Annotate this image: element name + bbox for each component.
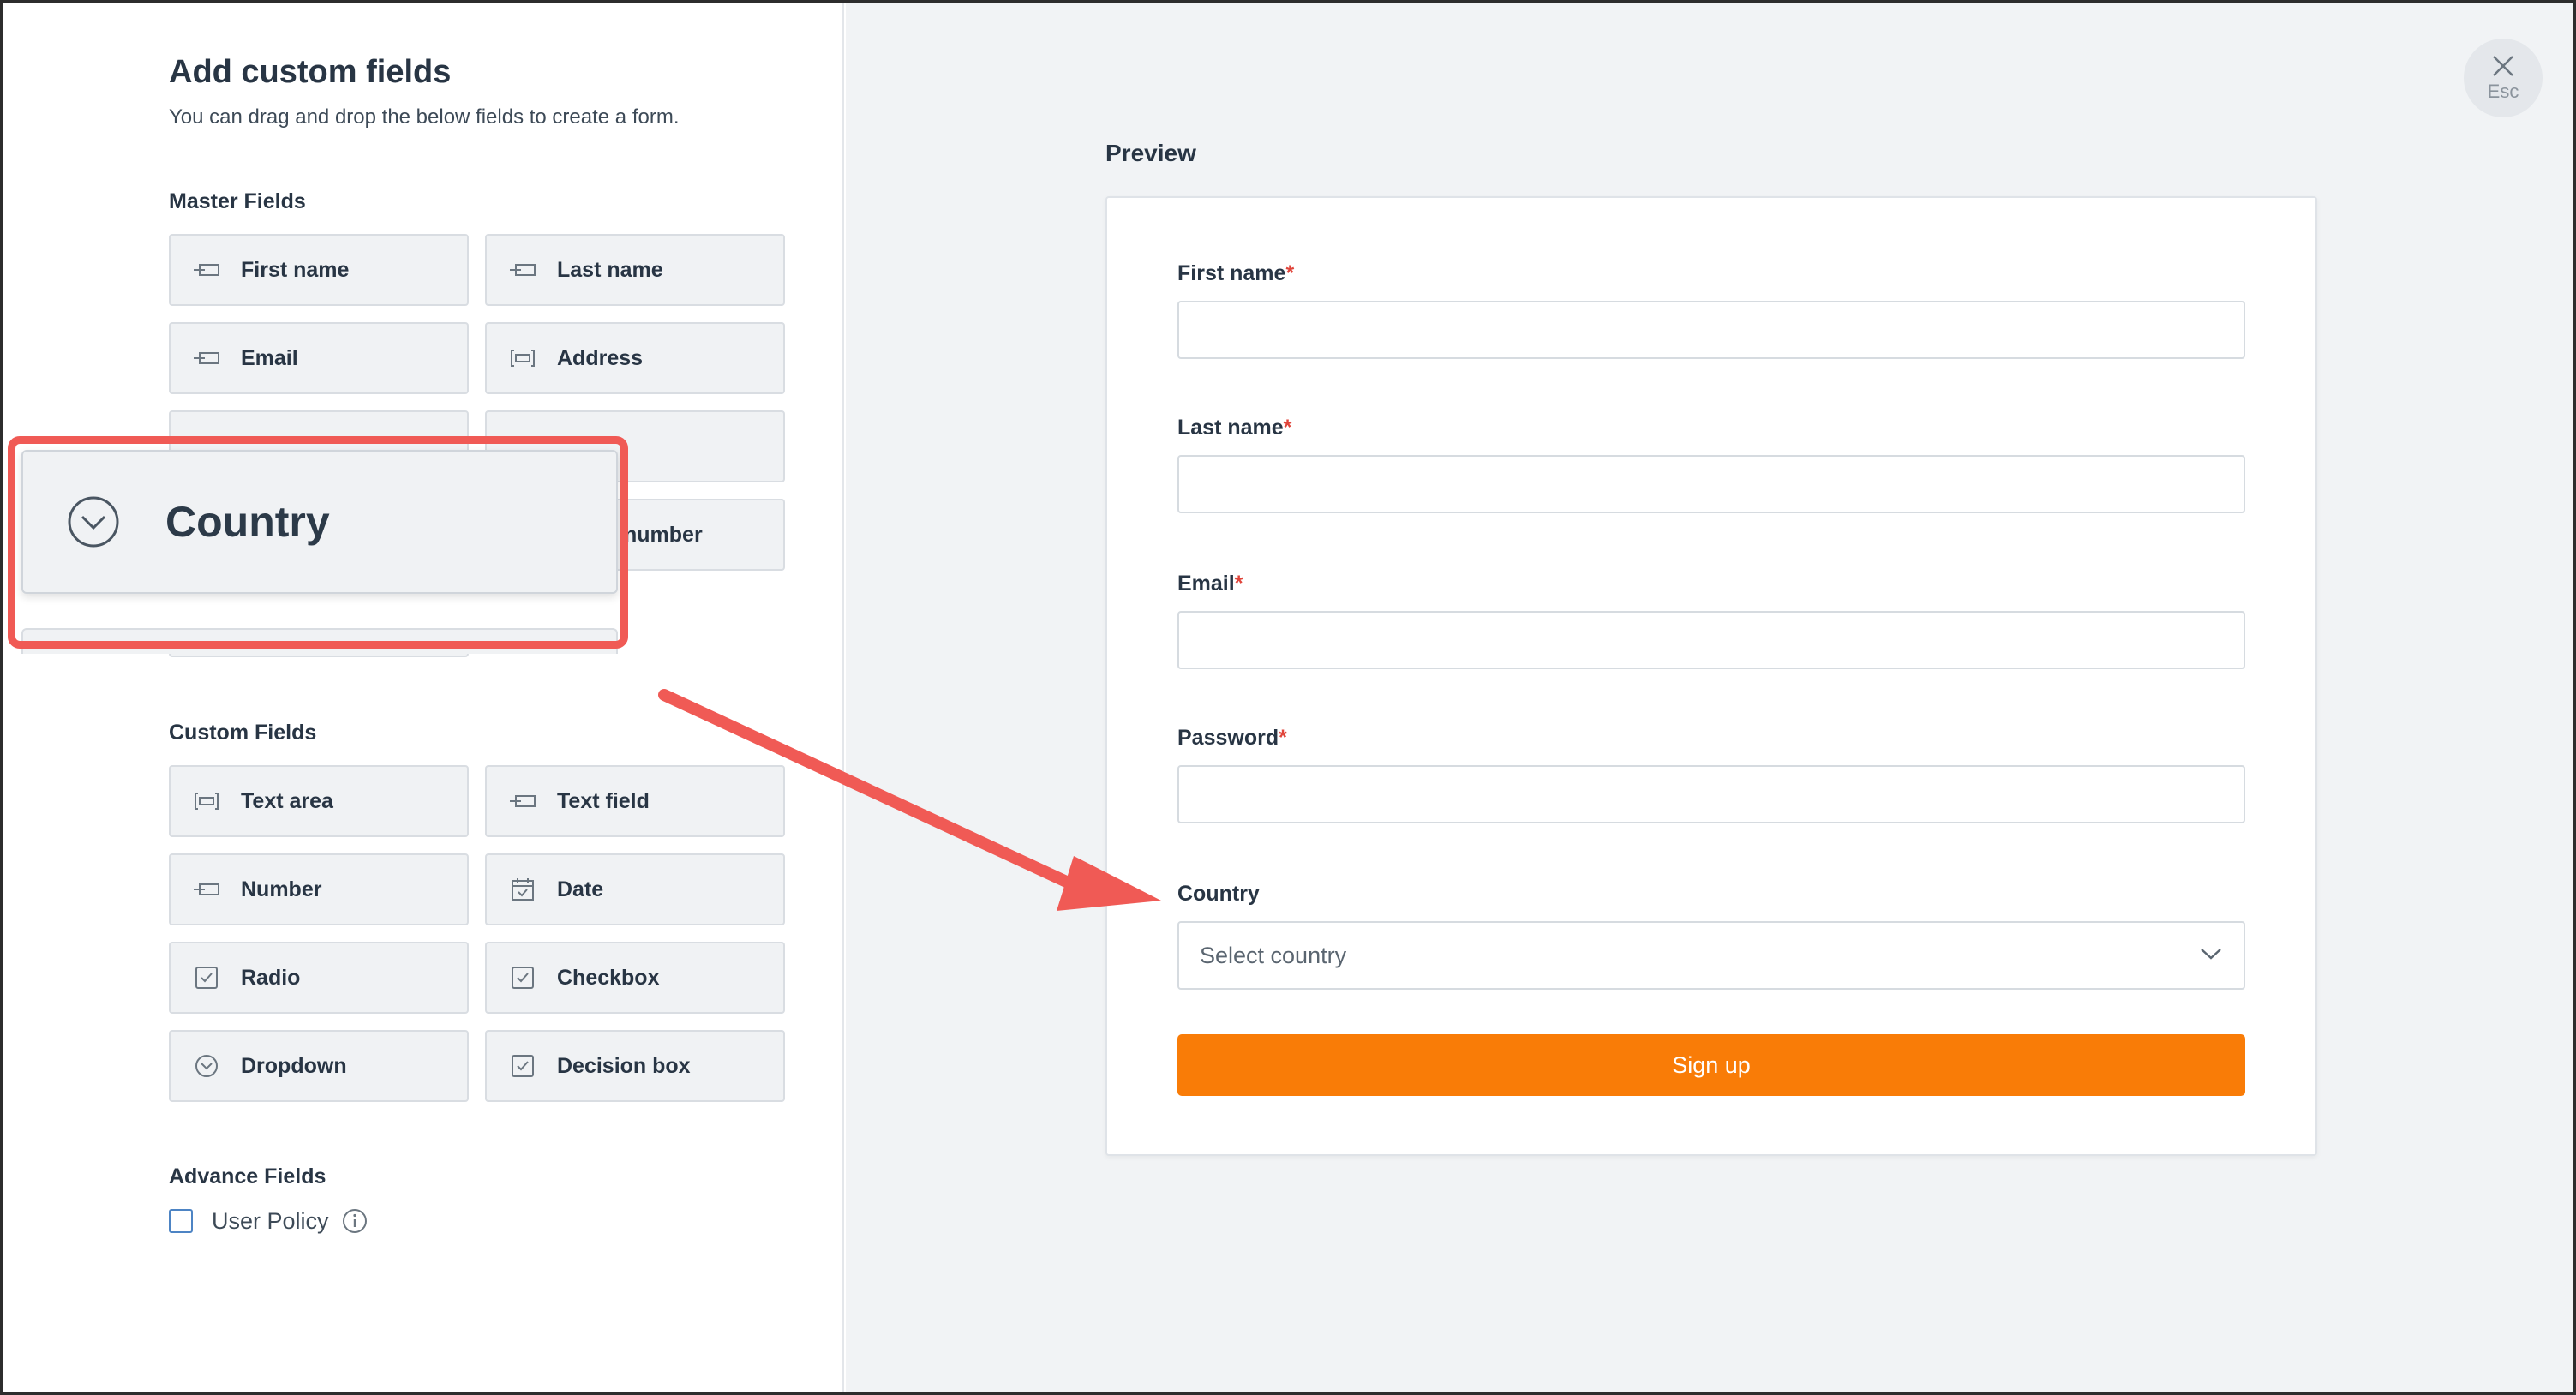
page-title: Add custom fields	[169, 54, 452, 90]
last-name-label: Last name*	[1177, 416, 1292, 440]
dropdown-icon	[193, 1052, 220, 1080]
field-tile-checkbox[interactable]: Checkbox	[485, 942, 785, 1014]
checkbox-icon	[509, 964, 536, 991]
advance-fields-heading: Advance Fields	[169, 1164, 326, 1188]
field-tile-label: Radio	[241, 965, 301, 990]
checkbox-icon	[193, 964, 220, 991]
email-input[interactable]	[1177, 611, 2245, 669]
custom-fields-heading: Custom Fields	[169, 721, 317, 745]
page-subtitle: You can drag and drop the below fields t…	[169, 105, 680, 129]
field-tile-label: Number	[241, 877, 322, 901]
text-field-icon	[193, 256, 220, 284]
field-tile-label: Address	[557, 345, 644, 370]
field-tile-dropdown[interactable]: Dropdown	[169, 1030, 469, 1102]
user-policy-checkbox[interactable]	[169, 1209, 193, 1233]
field-tile-label: Checkbox	[557, 965, 660, 990]
text-field-icon	[193, 876, 220, 903]
field-tile-last-name[interactable]: Last name	[485, 234, 785, 306]
field-tile-address[interactable]: Address	[485, 322, 785, 394]
text-area-icon	[193, 787, 220, 815]
field-tile-label: Text field	[557, 788, 650, 813]
field-tile-label: number	[624, 522, 703, 547]
password-input[interactable]	[1177, 765, 2245, 823]
last-name-input[interactable]	[1177, 455, 2245, 513]
text-field-icon	[509, 256, 536, 284]
field-library-panel: Add custom fields You can drag and drop …	[3, 3, 844, 1392]
country-select[interactable]: Select country	[1177, 921, 2245, 990]
chevron-down-icon	[2199, 946, 2223, 966]
field-tile-text-area[interactable]: Text area	[169, 765, 469, 837]
user-policy-row: User Policy	[169, 1207, 368, 1235]
country-placeholder: Select country	[1200, 942, 1347, 968]
master-fields-heading: Master Fields	[169, 189, 306, 213]
text-field-icon	[193, 344, 220, 372]
field-tile-decision-box[interactable]: Decision box	[485, 1030, 785, 1102]
sign-up-button[interactable]: Sign up	[1177, 1034, 2245, 1096]
password-label: Password*	[1177, 726, 1287, 750]
preview-title: Preview	[1105, 140, 1196, 166]
esc-label: Esc	[2487, 81, 2519, 102]
field-tile-label: Dropdown	[241, 1053, 347, 1078]
checkbox-icon	[509, 1052, 536, 1080]
user-policy-label: User Policy	[212, 1207, 329, 1234]
country-label: Country	[1177, 882, 1260, 906]
calendar-icon	[509, 876, 536, 903]
first-name-label: First name*	[1177, 261, 1295, 285]
field-tile-label: Decision box	[557, 1053, 691, 1078]
field-tile-radio[interactable]: Radio	[169, 942, 469, 1014]
info-icon[interactable]	[341, 1207, 368, 1235]
close-button[interactable]: Esc	[2464, 39, 2543, 117]
field-tile-label: First name	[241, 257, 350, 282]
field-tile-label: Text area	[241, 788, 333, 813]
text-field-icon	[509, 787, 536, 815]
field-tile-first-name[interactable]: First name	[169, 234, 469, 306]
first-name-input[interactable]	[1177, 301, 2245, 359]
field-tile-label: Last name	[557, 257, 663, 282]
field-tile-date[interactable]: Date	[485, 853, 785, 925]
app-window: Add custom fields You can drag and drop …	[0, 0, 2576, 1395]
field-tile-text-field[interactable]: Text field	[485, 765, 785, 837]
field-tile-number-custom[interactable]: Number	[169, 853, 469, 925]
text-area-icon	[509, 344, 536, 372]
field-tile-label: Email	[241, 345, 298, 370]
email-label: Email*	[1177, 572, 1243, 596]
preview-form: First name* Last name* Email* Password* …	[1105, 196, 2317, 1156]
close-icon	[2493, 56, 2513, 76]
field-tile-label: Date	[557, 877, 604, 901]
highlight-box	[8, 436, 628, 649]
field-tile-email[interactable]: Email	[169, 322, 469, 394]
